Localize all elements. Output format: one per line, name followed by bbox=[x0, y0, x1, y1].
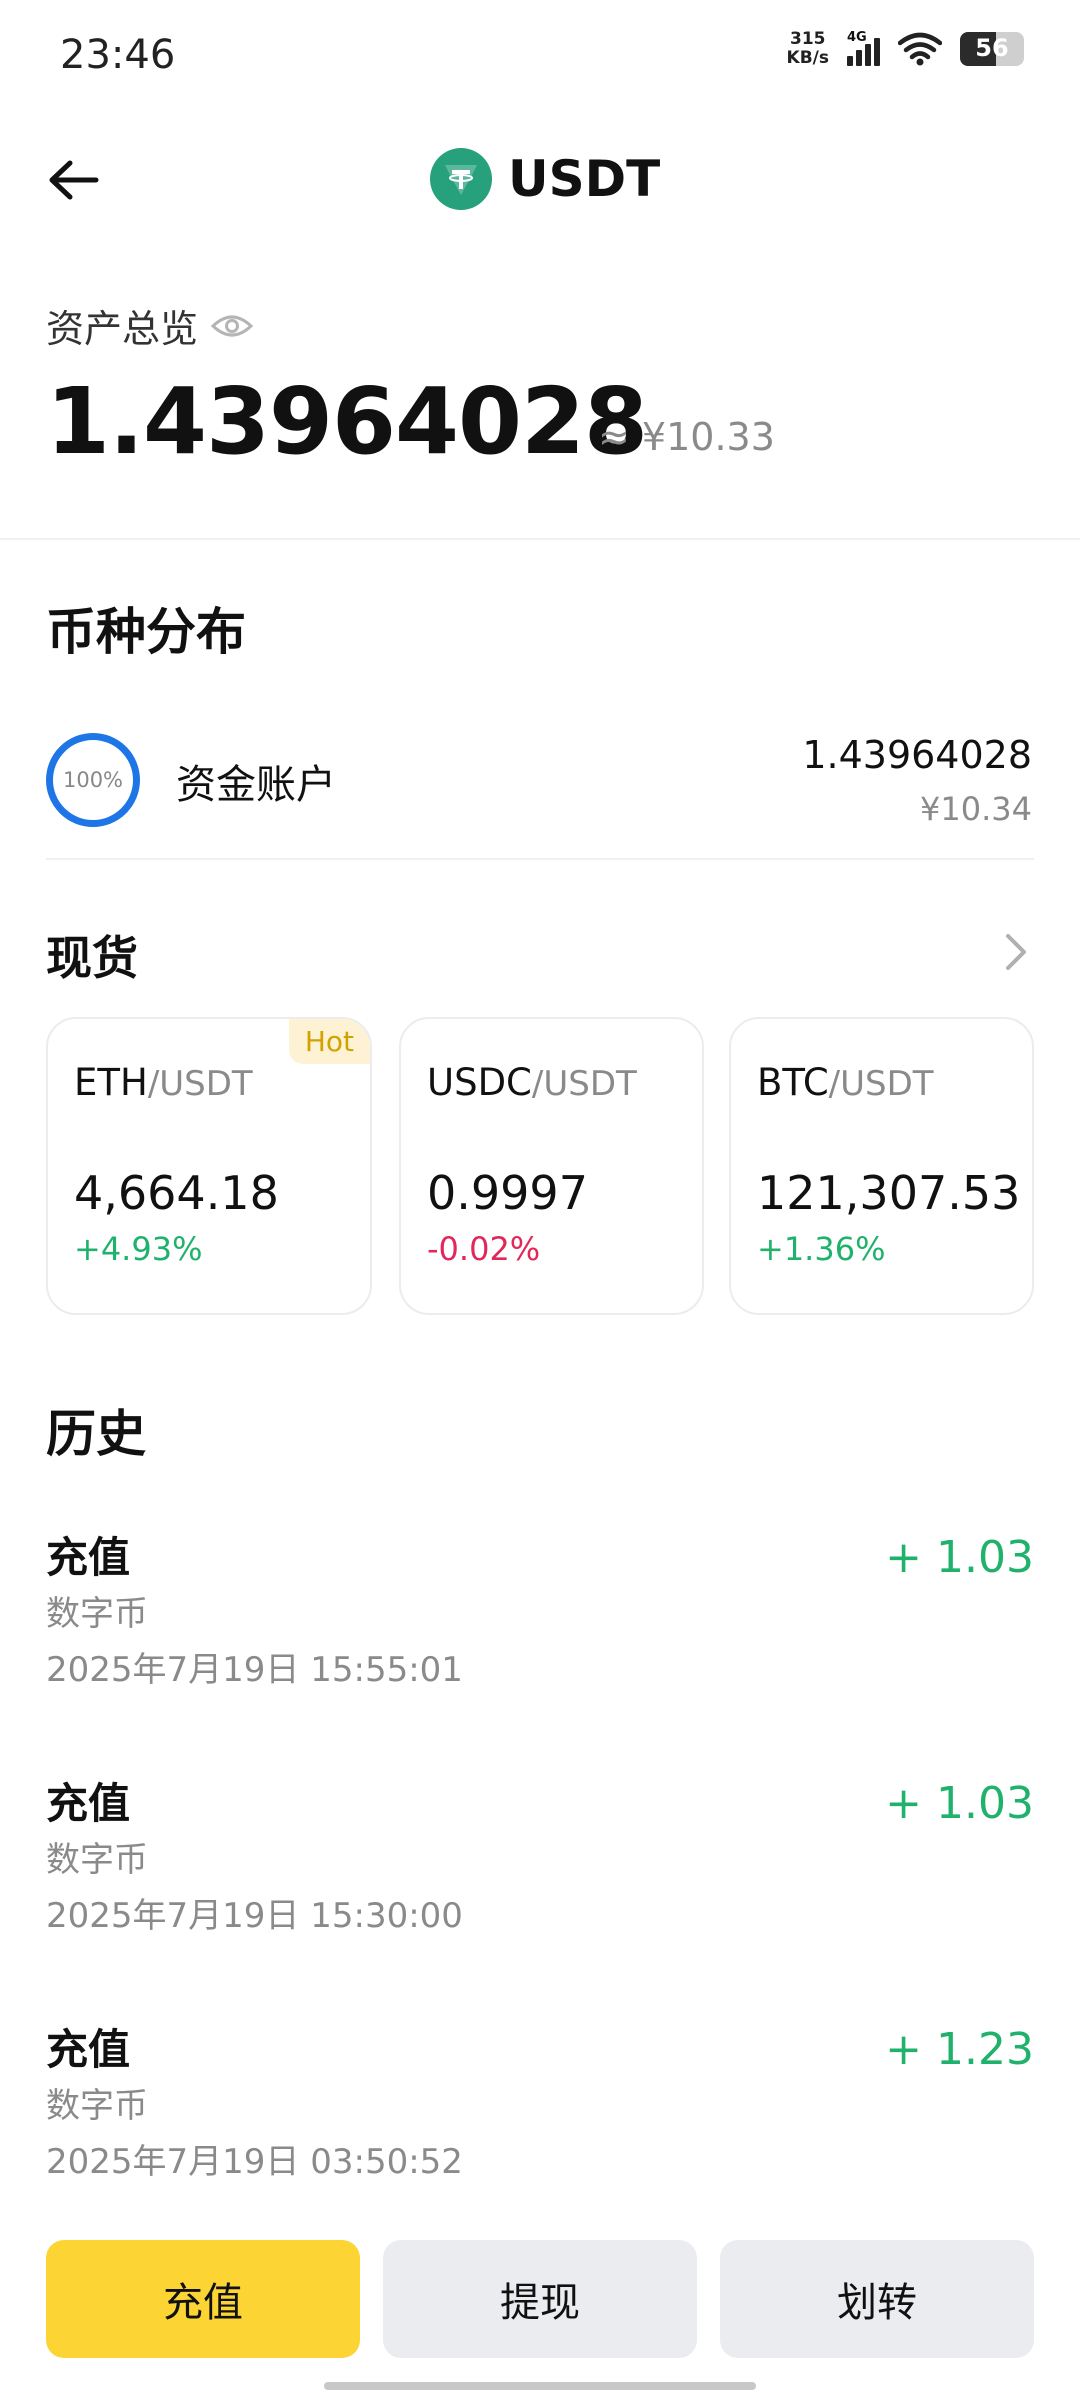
spot-card-eth[interactable]: Hot ETH/USDT 4,664.18 +4.93% bbox=[46, 1017, 372, 1315]
pair-label: USDC/USDT bbox=[427, 1061, 637, 1104]
wifi-icon bbox=[898, 32, 942, 66]
status-icons: 315 KB/s 4G 56 bbox=[787, 30, 1024, 68]
history-amount: + 1.23 bbox=[885, 2024, 1034, 2075]
transfer-button[interactable]: 划转 bbox=[720, 2240, 1034, 2358]
history-type: 充值 bbox=[46, 1779, 131, 1828]
page-title: USDT bbox=[508, 150, 661, 208]
total-balance: 1.43964028 bbox=[46, 368, 648, 475]
pair-price: 0.9997 bbox=[427, 1166, 588, 1220]
spot-cards: Hot ETH/USDT 4,664.18 +4.93% USDC/USDT 0… bbox=[46, 1017, 1034, 1315]
distribution-ring: 100% bbox=[46, 733, 140, 827]
distribution-title: 币种分布 bbox=[46, 603, 246, 661]
asset-overview-label: 资产总览 bbox=[46, 298, 254, 353]
pair-label: BTC/USDT bbox=[757, 1061, 934, 1104]
home-indicator[interactable] bbox=[324, 2382, 756, 2390]
withdraw-button[interactable]: 提现 bbox=[383, 2240, 697, 2358]
page-title-group: USDT bbox=[430, 148, 660, 210]
spot-title: 现货 bbox=[46, 931, 138, 985]
funding-account-label[interactable]: 资金账户 bbox=[176, 752, 336, 810]
battery-icon: 56 bbox=[960, 32, 1024, 66]
history-row[interactable]: 充值 数字币 2025年7月19日 15:55:01 + 1.03 bbox=[46, 1524, 1034, 1714]
divider bbox=[0, 538, 1080, 540]
history-amount: + 1.03 bbox=[885, 1778, 1034, 1829]
history-type: 充值 bbox=[46, 2025, 131, 2074]
history-time: 2025年7月19日 15:30:00 bbox=[46, 1896, 463, 1936]
funding-account-cny: ¥10.34 bbox=[920, 790, 1032, 828]
divider bbox=[46, 858, 1034, 860]
history-subtype: 数字币 bbox=[46, 1594, 148, 1634]
history-subtype: 数字币 bbox=[46, 1840, 148, 1880]
pair-change: +1.36% bbox=[757, 1230, 886, 1268]
deposit-button[interactable]: 充值 bbox=[46, 2240, 360, 2358]
history-type: 充值 bbox=[46, 1533, 131, 1582]
history-time: 2025年7月19日 15:55:01 bbox=[46, 1650, 463, 1690]
history-title: 历史 bbox=[46, 1405, 146, 1463]
status-time: 23:46 bbox=[60, 32, 176, 78]
history-subtype: 数字币 bbox=[46, 2086, 148, 2126]
spot-card-btc[interactable]: BTC/USDT 121,307.53 +1.36% bbox=[729, 1017, 1034, 1315]
pair-change: -0.02% bbox=[427, 1230, 541, 1268]
hot-badge: Hot bbox=[288, 1019, 370, 1064]
history-time: 2025年7月19日 03:50:52 bbox=[46, 2142, 463, 2182]
pair-label: ETH/USDT bbox=[74, 1061, 253, 1104]
cellular-signal-icon: 4G bbox=[847, 30, 880, 66]
total-balance-cny: ≈ ¥10.33 bbox=[598, 415, 775, 459]
network-speed: 315 KB/s bbox=[786, 29, 829, 68]
back-arrow-icon[interactable] bbox=[46, 155, 102, 205]
history-amount: + 1.03 bbox=[885, 1532, 1034, 1583]
funding-account-amount: 1.43964028 bbox=[802, 733, 1032, 777]
chevron-right-icon[interactable] bbox=[1000, 930, 1032, 974]
spot-card-usdc[interactable]: USDC/USDT 0.9997 -0.02% bbox=[399, 1017, 704, 1315]
top-nav: USDT bbox=[0, 130, 1080, 230]
history-row[interactable]: 充值 数字币 2025年7月19日 15:30:00 + 1.03 bbox=[46, 1770, 1034, 1960]
usdt-tether-icon bbox=[430, 148, 492, 210]
eye-icon[interactable] bbox=[210, 311, 254, 341]
pair-price: 121,307.53 bbox=[757, 1166, 1021, 1220]
pair-change: +4.93% bbox=[74, 1230, 203, 1268]
status-bar: 23:46 315 KB/s 4G 56 bbox=[0, 0, 1080, 110]
history-row[interactable]: 充值 数字币 2025年7月19日 03:50:52 + 1.23 bbox=[46, 2016, 1034, 2206]
pair-price: 4,664.18 bbox=[74, 1166, 279, 1220]
